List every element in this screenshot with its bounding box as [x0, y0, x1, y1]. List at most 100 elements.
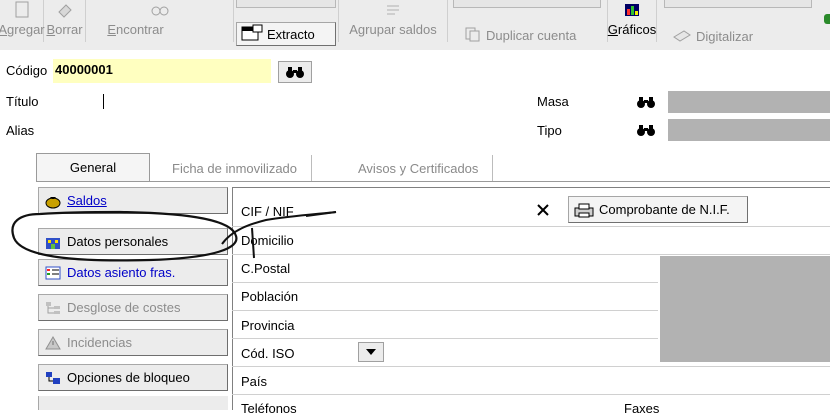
clear-cif-button[interactable]	[528, 199, 558, 221]
mass-description	[668, 91, 830, 113]
close-icon	[537, 204, 549, 216]
province-input[interactable]	[316, 312, 656, 336]
lock-icon	[46, 371, 60, 384]
extract-button[interactable]: Extracto	[236, 22, 336, 46]
printer-icon	[574, 203, 594, 217]
detail-top-border	[232, 187, 830, 188]
delete-hotkey: B	[46, 22, 56, 37]
type-search-button[interactable]	[629, 119, 663, 141]
code-search-button[interactable]	[278, 61, 312, 83]
tree-icon	[46, 301, 60, 314]
side-item-personal-data[interactable]: Datos personales	[38, 228, 228, 255]
side-item-label: Opciones de bloqueo	[67, 370, 190, 385]
cif-input[interactable]	[316, 198, 524, 222]
find-button[interactable]: Encontrar	[86, 0, 234, 42]
side-item-label: Desglose de costes	[67, 300, 181, 315]
city-label: Población	[241, 289, 299, 304]
address-input[interactable]	[316, 228, 830, 250]
scanner-icon	[672, 27, 692, 46]
binoculars-icon	[637, 125, 655, 136]
add-hotkey: A	[0, 22, 8, 37]
nif-check-label: Comprobante de N.I.F.	[599, 202, 730, 217]
duplicate-account-label: Duplicar cuenta	[486, 27, 577, 43]
binoculars-icon	[637, 97, 655, 108]
detail-left-border	[232, 187, 233, 410]
side-item-invoice-entry[interactable]: Datos asiento fras.	[38, 259, 228, 286]
chevron-down-icon	[366, 349, 376, 355]
type-label: Tipo	[537, 123, 562, 138]
side-item-lock-options[interactable]: Opciones de bloqueo	[38, 364, 228, 391]
find-icon	[149, 1, 171, 19]
status-indicator	[824, 14, 830, 24]
binoculars-icon	[286, 67, 304, 78]
new-document-icon	[11, 1, 33, 19]
side-item-incidents[interactable]: Incidencias	[38, 329, 228, 356]
toolbar-top-button-partial[interactable]	[236, 0, 336, 8]
row-divider	[232, 366, 830, 367]
title-input[interactable]	[101, 91, 517, 113]
side-item-label: Datos asiento fras.	[67, 265, 176, 280]
code-input[interactable]: 40000001	[53, 59, 271, 83]
find-hotkey: E	[107, 22, 116, 37]
tab-general[interactable]: General	[36, 153, 150, 181]
row-divider	[232, 338, 658, 339]
country-label: País	[241, 374, 268, 389]
chart-icon	[621, 1, 643, 19]
moneybag-icon	[45, 196, 61, 208]
map-placeholder	[660, 256, 830, 362]
eraser-icon	[54, 1, 76, 19]
delete-button[interactable]: Borrar	[44, 0, 86, 42]
city-input[interactable]	[316, 284, 656, 308]
title-label: Título	[6, 94, 39, 109]
province-label: Provincia	[241, 318, 295, 333]
country-input[interactable]	[316, 368, 830, 392]
address-label: Domicilio	[241, 233, 294, 248]
side-item-label: Datos personales	[67, 234, 169, 249]
charts-label-rest: ráficos	[617, 22, 657, 37]
row-divider	[232, 282, 658, 283]
type-input[interactable]	[579, 119, 627, 141]
group-icon	[382, 1, 404, 19]
postal-code-input[interactable]	[316, 256, 434, 280]
nif-check-button[interactable]: Comprobante de N.I.F.	[568, 196, 748, 223]
statement-icon	[241, 24, 263, 45]
type-description	[668, 119, 830, 141]
find-label-rest: ncontrar	[115, 22, 164, 37]
group-balances-label: Agrupar saldos	[349, 22, 437, 37]
iso-code-input[interactable]	[316, 340, 356, 364]
phones-input[interactable]	[316, 397, 430, 410]
row-divider	[232, 394, 830, 395]
charts-hotkey: G	[607, 22, 618, 37]
mass-label: Masa	[537, 94, 569, 109]
side-item-label: Saldos	[67, 193, 107, 208]
side-item-cost-breakdown[interactable]: Desglose de costes	[38, 294, 228, 321]
faxes-label: Faxes	[624, 401, 660, 416]
toolbar-top-button-partial-2[interactable]	[453, 0, 601, 8]
mass-input[interactable]	[579, 91, 627, 113]
postal-code-label: C.Postal	[241, 261, 291, 276]
side-item-balances[interactable]: Saldos	[38, 187, 228, 214]
text-cursor	[103, 94, 104, 109]
digitize-label: Digitalizar	[696, 28, 754, 44]
tab-notices-certificates[interactable]: Avisos y Certificados	[344, 155, 494, 181]
alias-input[interactable]	[101, 119, 379, 141]
tab-asset-sheet[interactable]: Ficha de inmovilizado	[158, 155, 313, 181]
side-item-label: Incidencias	[67, 335, 133, 350]
duplicate-account-button[interactable]: Duplicar cuenta	[460, 23, 600, 47]
digitize-button[interactable]: Digitalizar	[668, 24, 808, 48]
mass-search-button[interactable]	[629, 91, 663, 113]
duplicate-icon	[464, 26, 482, 45]
iso-code-dropdown[interactable]	[358, 342, 384, 362]
building-icon	[46, 237, 60, 249]
group-balances-button[interactable]: Agrupar saldos	[338, 0, 448, 42]
phones-label: Teléfonos	[241, 401, 297, 416]
code-label: Código	[6, 63, 48, 78]
iso-code-label: Cód. ISO	[241, 346, 295, 361]
charts-button[interactable]: Gráficos	[607, 0, 657, 42]
side-panel-bottom	[38, 396, 228, 410]
ledger-icon	[45, 266, 61, 279]
row-divider	[232, 226, 830, 227]
toolbar-top-button-partial-3[interactable]	[664, 0, 812, 8]
add-label-rest: gregar	[7, 22, 45, 37]
add-button[interactable]: Agregar	[0, 0, 45, 42]
